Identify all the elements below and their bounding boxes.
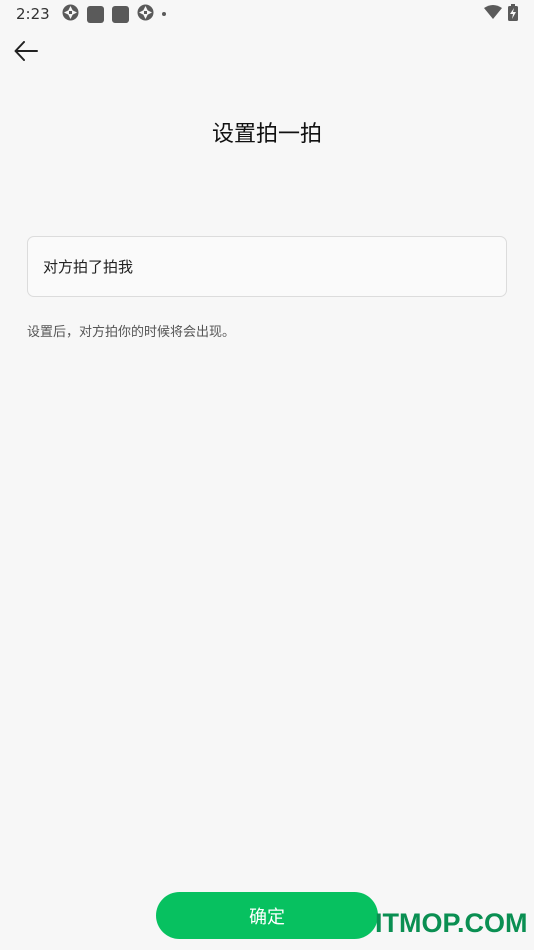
aperture-icon: [137, 4, 154, 25]
status-bar: 2:23: [0, 0, 534, 28]
confirm-button[interactable]: 确定: [156, 892, 378, 939]
battery-charging-icon: [508, 3, 518, 25]
page-title: 设置拍一拍: [211, 122, 322, 147]
arrow-left-icon: [14, 41, 38, 65]
hint-text: 设置后，对方拍你的时候将会出现。: [27, 325, 236, 340]
pat-text-input[interactable]: 对方拍了拍我: [27, 236, 507, 297]
status-left: 2:23: [16, 4, 166, 25]
status-right: [484, 3, 518, 25]
app-square-icon: [111, 5, 129, 23]
status-time: 2:23: [16, 5, 50, 23]
wifi-icon: [484, 4, 502, 24]
pat-text-value[interactable]: 对方拍了拍我: [43, 256, 133, 277]
back-button[interactable]: [8, 36, 44, 70]
notification-dot-icon: [161, 12, 166, 16]
app-square-icon: [86, 5, 104, 23]
aperture-icon: [62, 4, 79, 25]
confirm-button-label: 确定: [249, 906, 285, 928]
watermark: ITMOP.COM: [375, 908, 528, 938]
